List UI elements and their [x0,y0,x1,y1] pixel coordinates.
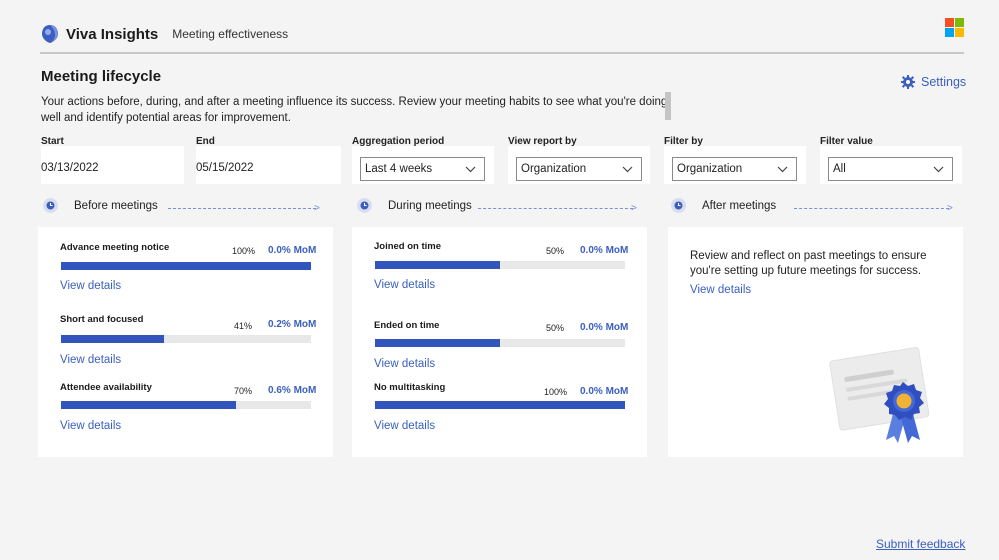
metric-name: Attendee availability [60,382,152,393]
progress-fill [375,401,625,409]
settings-label: Settings [921,75,967,89]
scrollbar-thumb[interactable] [665,92,671,120]
metric-percent: 50% [546,246,565,256]
settings-button[interactable]: Settings [901,75,966,89]
after-meetings-card: Review and reflect on past meetings to e… [668,227,963,457]
aggregation-select[interactable]: Last 4 weeks [360,157,485,181]
metric-percent: 100% [232,246,256,256]
phase-during-label: During meetings [388,199,472,212]
progress-bar [375,261,625,269]
view-report-field: Organization [508,146,650,184]
progress-fill [61,401,236,409]
certificate-award-icon [829,347,930,443]
end-date-value: 05/15/2022 [196,162,254,174]
progress-bar [375,339,625,347]
view-report-value: Organization [521,163,587,175]
metric-name: Short and focused [60,314,144,325]
filter-value-value: All [833,163,846,175]
filter-by-select[interactable]: Organization [672,157,797,181]
chevron-down-icon [465,166,476,172]
page-title: Meeting lifecycle [41,68,162,85]
phase-arrow [794,208,949,209]
metric-mom: 0.0% MoM [268,245,317,256]
clock-icon [357,198,372,213]
intro-text: Your actions before, during, and after a… [41,96,668,124]
header-divider [40,52,964,54]
metric-name: Joined on time [374,241,442,252]
chevron-down-icon [777,166,788,172]
metric-mom: 0.0% MoM [580,245,629,256]
metric-percent: 41% [234,321,253,331]
start-date-value: 03/13/2022 [41,162,99,174]
metric-name: No multitasking [374,382,446,393]
view-details-link[interactable]: View details [374,420,435,432]
gear-icon [901,75,915,89]
view-details-link[interactable]: View details [60,354,121,366]
progress-fill [61,335,164,343]
clock-icon [43,198,58,213]
progress-bar [61,335,311,343]
phase-arrow [168,208,316,209]
progress-bar [61,401,311,409]
chevron-down-icon [622,166,633,172]
progress-bar [375,401,625,409]
metric-mom: 0.2% MoM [268,319,317,330]
metric-percent: 50% [546,323,565,333]
progress-fill [61,262,311,270]
metric-mom: 0.6% MoM [268,385,317,396]
after-meetings-description: Review and reflect on past meetings to e… [690,250,927,277]
metric-mom: 0.0% MoM [580,322,629,333]
chevron-down-icon [933,166,944,172]
start-date-field[interactable]: 03/13/2022 [41,146,184,184]
top-bar: Viva Insights Meeting effectiveness [40,16,964,52]
metric-percent: 100% [544,387,568,397]
filter-by-value: Organization [677,163,743,175]
viva-insights-logo-icon [42,25,58,43]
phase-after-label: After meetings [702,199,777,212]
view-report-select[interactable]: Organization [516,157,642,181]
aggregation-value: Last 4 weeks [365,163,433,175]
view-details-link[interactable]: View details [60,420,121,432]
submit-feedback-link[interactable]: Submit feedback [876,537,965,551]
clock-icon [671,198,686,213]
app-brand: Viva Insights [66,25,159,43]
metric-name: Advance meeting notice [60,242,170,253]
filter-value-field: All [820,146,962,184]
during-meetings-card: Joined on time 50% 0.0% MoM View details… [352,227,647,457]
metric-mom: 0.0% MoM [580,386,629,397]
metric-name: Ended on time [374,320,440,331]
phase-before-label: Before meetings [74,199,158,212]
phase-arrow [478,208,633,209]
filter-by-field: Organization [664,146,806,184]
metric-percent: 70% [234,386,253,396]
progress-bar [61,262,311,270]
view-details-link[interactable]: View details [374,358,435,370]
progress-fill [375,261,500,269]
aggregation-field: Last 4 weeks [352,146,494,184]
view-details-link[interactable]: View details [374,279,435,291]
view-details-link[interactable]: View details [60,280,121,292]
microsoft-logo-icon [945,18,964,37]
phase-during-header: During meetings [357,198,472,213]
before-meetings-card: Advance meeting notice 100% 0.0% MoM Vie… [38,227,333,457]
end-date-field[interactable]: 05/15/2022 [196,146,341,184]
app-subtitle: Meeting effectiveness [172,27,289,41]
phase-after-header: After meetings [671,198,776,213]
arrow-right-icon: > [631,203,637,214]
arrow-right-icon: > [947,203,953,214]
view-details-link[interactable]: View details [690,284,751,296]
filter-value-select[interactable]: All [828,157,953,181]
progress-fill [375,339,500,347]
phase-before-header: Before meetings [43,198,158,213]
arrow-right-icon: > [314,203,320,214]
